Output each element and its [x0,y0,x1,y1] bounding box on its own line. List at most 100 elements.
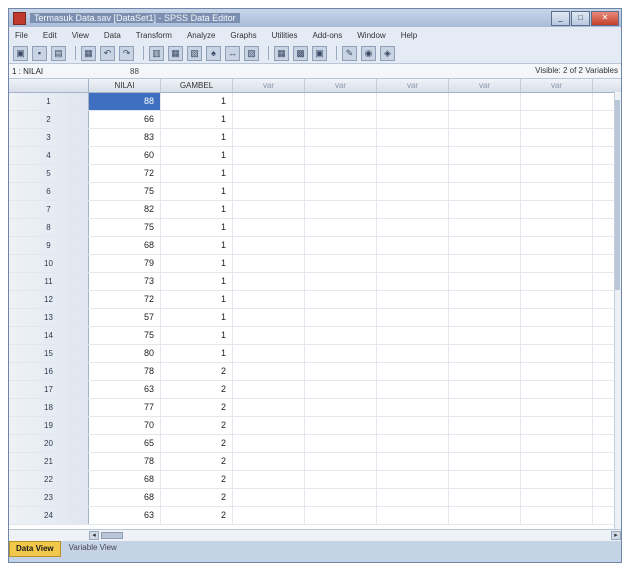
cell-gambel[interactable]: 1 [161,201,233,218]
column-header-var[interactable]: var [377,79,449,92]
cell-empty[interactable] [233,273,305,290]
cell-nilai[interactable]: 68 [89,237,161,254]
cell-nilai[interactable]: 68 [89,489,161,506]
cell-gambel[interactable]: 1 [161,237,233,254]
cell-empty[interactable] [233,489,305,506]
cell-gambel[interactable]: 2 [161,417,233,434]
cell-empty[interactable] [233,183,305,200]
redo-icon[interactable]: ↷ [119,45,134,61]
cell-empty[interactable] [233,453,305,470]
cell-empty[interactable] [305,417,377,434]
menu-view[interactable]: View [72,31,89,40]
row-header[interactable]: 16 [9,363,89,380]
cell-empty[interactable] [449,381,521,398]
row-header[interactable]: 18 [9,399,89,416]
find-icon[interactable]: ♠ [206,45,221,61]
cell-empty[interactable] [521,147,593,164]
cell-empty[interactable] [449,489,521,506]
row-header[interactable]: 6 [9,183,89,200]
split-file-icon[interactable]: ▦ [274,45,289,61]
cell-empty[interactable] [377,201,449,218]
cell-empty[interactable] [521,345,593,362]
cell-empty[interactable] [377,255,449,272]
column-header-var[interactable]: var [305,79,377,92]
cell-empty[interactable] [521,471,593,488]
cell-empty[interactable] [233,291,305,308]
save-icon[interactable]: ▪ [32,45,47,61]
cell-empty[interactable] [449,93,521,110]
cell-empty[interactable] [233,147,305,164]
cell-nilai[interactable]: 78 [89,363,161,380]
row-header[interactable]: 23 [9,489,89,506]
cell-empty[interactable] [449,507,521,524]
cell-empty[interactable] [233,471,305,488]
cell-empty[interactable] [305,165,377,182]
menu-data[interactable]: Data [104,31,121,40]
show-all-icon[interactable]: ◈ [380,45,395,61]
cell-nilai[interactable]: 72 [89,165,161,182]
cell-empty[interactable] [305,327,377,344]
cell-empty[interactable] [449,471,521,488]
cell-empty[interactable] [305,93,377,110]
cell-empty[interactable] [521,165,593,182]
cell-gambel[interactable]: 1 [161,327,233,344]
cell-empty[interactable] [305,237,377,254]
cell-empty[interactable] [305,471,377,488]
cell-empty[interactable] [377,147,449,164]
cell-empty[interactable] [233,111,305,128]
cell-empty[interactable] [521,507,593,524]
tab-variable-view[interactable]: Variable View [63,541,123,555]
row-header[interactable]: 17 [9,381,89,398]
cell-empty[interactable] [377,237,449,254]
cell-nilai[interactable]: 57 [89,309,161,326]
cell-empty[interactable] [521,111,593,128]
insert-variable-icon[interactable]: ▨ [244,45,259,61]
cell-nilai[interactable]: 83 [89,129,161,146]
menu-window[interactable]: Window [357,31,385,40]
cell-nilai[interactable]: 63 [89,507,161,524]
undo-icon[interactable]: ↶ [100,45,115,61]
menu-help[interactable]: Help [401,31,417,40]
cell-nilai[interactable]: 66 [89,111,161,128]
column-header-var[interactable]: var [233,79,305,92]
row-header[interactable]: 24 [9,507,89,524]
cell-empty[interactable] [377,327,449,344]
row-header[interactable]: 11 [9,273,89,290]
cell-nilai[interactable]: 80 [89,345,161,362]
menu-edit[interactable]: Edit [43,31,57,40]
cell-empty[interactable] [449,399,521,416]
cell-empty[interactable] [233,165,305,182]
cell-empty[interactable] [377,165,449,182]
use-sets-icon[interactable]: ◉ [361,45,376,61]
cell-gambel[interactable]: 2 [161,381,233,398]
row-header[interactable]: 4 [9,147,89,164]
vertical-scrollbar[interactable] [614,92,621,529]
cell-empty[interactable] [377,381,449,398]
menu-transform[interactable]: Transform [136,31,172,40]
cell-empty[interactable] [377,111,449,128]
cell-empty[interactable] [521,327,593,344]
cell-gambel[interactable]: 1 [161,129,233,146]
cell-empty[interactable] [521,93,593,110]
cell-empty[interactable] [233,93,305,110]
cell-gambel[interactable]: 1 [161,111,233,128]
cell-nilai[interactable]: 75 [89,183,161,200]
cell-gambel[interactable]: 1 [161,309,233,326]
cell-gambel[interactable]: 2 [161,471,233,488]
cell-empty[interactable] [449,147,521,164]
cell-gambel[interactable]: 1 [161,273,233,290]
cell-empty[interactable] [377,291,449,308]
cell-empty[interactable] [305,507,377,524]
horizontal-scroll-thumb[interactable] [101,532,123,539]
cell-empty[interactable] [449,255,521,272]
cell-nilai[interactable]: 68 [89,471,161,488]
cell-empty[interactable] [449,417,521,434]
cell-empty[interactable] [377,453,449,470]
row-header[interactable]: 12 [9,291,89,308]
cell-nilai[interactable]: 78 [89,453,161,470]
row-header[interactable]: 19 [9,417,89,434]
cell-empty[interactable] [521,381,593,398]
maximize-icon[interactable]: □ [571,11,590,26]
cell-gambel[interactable]: 2 [161,507,233,524]
cell-empty[interactable] [521,183,593,200]
